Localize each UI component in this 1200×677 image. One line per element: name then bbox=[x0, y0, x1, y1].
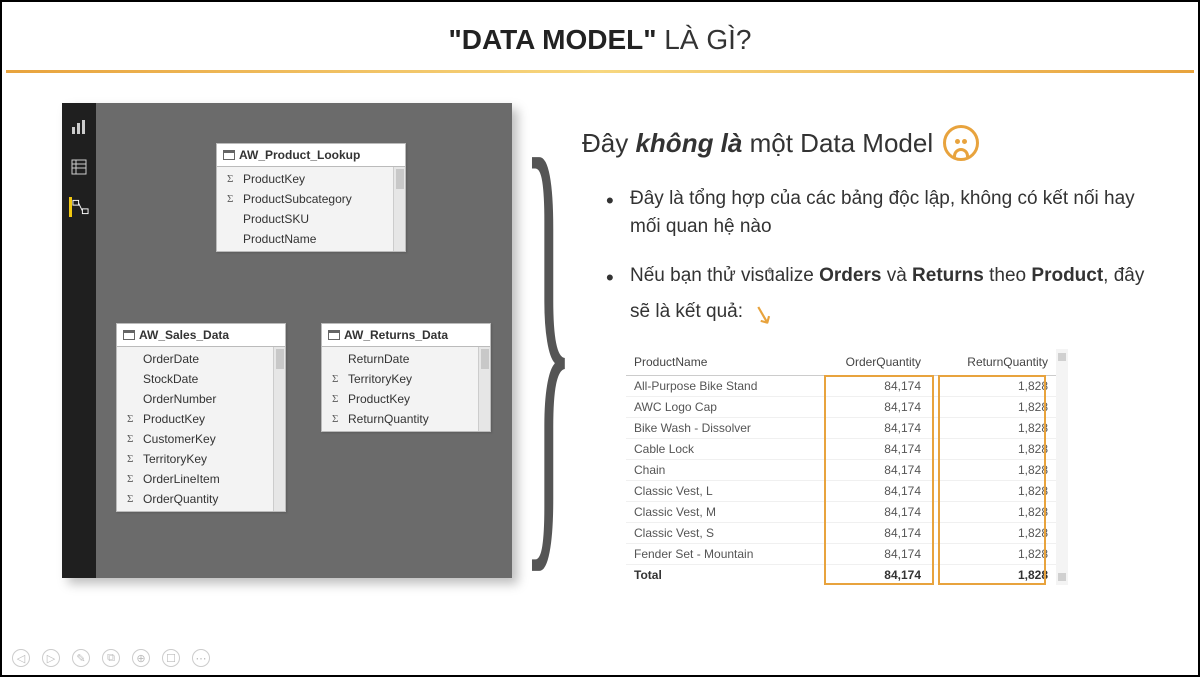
zoom-icon[interactable]: ⊕ bbox=[132, 649, 150, 667]
table-field[interactable]: ΣCustomerKey bbox=[117, 429, 273, 449]
table-row: Classic Vest, M84,1741,828 bbox=[626, 502, 1056, 523]
table-field[interactable]: ProductName bbox=[217, 229, 393, 249]
col-header[interactable]: ProductName bbox=[626, 349, 809, 376]
table-name: AW_Sales_Data bbox=[139, 328, 229, 342]
table-field[interactable]: ΣProductKey bbox=[322, 389, 478, 409]
title-rest: LÀ GÌ? bbox=[657, 24, 752, 55]
table-row: Fender Set - Mountain84,1741,828 bbox=[626, 544, 1056, 565]
field-list: OrderDate StockDate OrderNumber ΣProduct… bbox=[117, 347, 273, 511]
model-view-icon[interactable] bbox=[69, 197, 89, 217]
prev-slide-icon[interactable]: ◁ bbox=[12, 649, 30, 667]
table-field[interactable]: ReturnDate bbox=[322, 349, 478, 369]
table-row: Chain84,1741,828 bbox=[626, 460, 1056, 481]
table-field[interactable]: ΣReturnQuantity bbox=[322, 409, 478, 429]
table-field[interactable]: StockDate bbox=[117, 369, 273, 389]
table-card-returns[interactable]: AW_Returns_Data ReturnDate ΣTerritoryKey… bbox=[321, 323, 491, 432]
scrollbar[interactable] bbox=[478, 347, 490, 431]
table-card-product[interactable]: AW_Product_Lookup ΣProductKey ΣProductSu… bbox=[216, 143, 406, 252]
table-field[interactable]: ΣTerritoryKey bbox=[322, 369, 478, 389]
table-row: Classic Vest, L84,1741,828 bbox=[626, 481, 1056, 502]
table-row: Bike Wash - Dissolver84,1741,828 bbox=[626, 418, 1056, 439]
headline: Đây không là một Data Model bbox=[582, 125, 1148, 161]
table-row: Classic Vest, S84,1741,828 bbox=[626, 523, 1056, 544]
model-canvas: AW_Product_Lookup ΣProductKey ΣProductSu… bbox=[96, 103, 512, 578]
table-name: AW_Product_Lookup bbox=[239, 148, 360, 162]
table-row: All-Purpose Bike Stand84,1741,828 bbox=[626, 376, 1056, 397]
result-table-container: ProductName OrderQuantity ReturnQuantity… bbox=[626, 349, 1056, 585]
table-field[interactable]: ΣProductKey bbox=[217, 169, 393, 189]
table-field[interactable]: ΣProductSubcategory bbox=[217, 189, 393, 209]
table-field[interactable]: OrderNumber bbox=[117, 389, 273, 409]
table-icon bbox=[123, 330, 135, 340]
table-field[interactable]: ΣProductKey bbox=[117, 409, 273, 429]
next-slide-icon[interactable]: ▷ bbox=[42, 649, 60, 667]
scrollbar[interactable] bbox=[1056, 349, 1068, 585]
result-table: ProductName OrderQuantity ReturnQuantity… bbox=[626, 349, 1056, 585]
field-list: ReturnDate ΣTerritoryKey ΣProductKey ΣRe… bbox=[322, 347, 478, 431]
slide-title: "DATA MODEL" LÀ GÌ? bbox=[2, 2, 1198, 70]
powerbi-model-view: AW_Product_Lookup ΣProductKey ΣProductSu… bbox=[62, 103, 512, 578]
bullet-item: Nếu bạn thử visualize Orders và Returns … bbox=[606, 262, 1148, 327]
table-field[interactable]: ΣOrderLineItem bbox=[117, 469, 273, 489]
scrollbar[interactable] bbox=[393, 167, 405, 251]
table-icon bbox=[328, 330, 340, 340]
total-row: Total 84,174 1,828 bbox=[626, 565, 1056, 586]
table-field[interactable]: OrderDate bbox=[117, 349, 273, 369]
bullet-list: Đây là tổng hợp của các bảng độc lập, kh… bbox=[582, 185, 1148, 327]
table-name: AW_Returns_Data bbox=[344, 328, 448, 342]
arrow-down-icon: ↘ bbox=[748, 293, 779, 335]
field-list: ΣProductKey ΣProductSubcategory ProductS… bbox=[217, 167, 393, 251]
table-field[interactable]: ΣTerritoryKey bbox=[117, 449, 273, 469]
table-row: AWC Logo Cap84,1741,828 bbox=[626, 397, 1056, 418]
powerbi-nav bbox=[62, 103, 96, 578]
bullet-item: Đây là tổng hợp của các bảng độc lập, kh… bbox=[606, 185, 1148, 240]
report-view-icon[interactable] bbox=[69, 117, 89, 137]
more-icon[interactable]: ⋯ bbox=[192, 649, 210, 667]
table-row: Cable Lock84,1741,828 bbox=[626, 439, 1056, 460]
table-field[interactable]: ProductSKU bbox=[217, 209, 393, 229]
table-field[interactable]: ΣOrderQuantity bbox=[117, 489, 273, 509]
slideshow-controls: ◁ ▷ ✎ ⧉ ⊕ ☐ ⋯ bbox=[12, 649, 210, 667]
data-view-icon[interactable] bbox=[69, 157, 89, 177]
col-header[interactable]: OrderQuantity bbox=[809, 349, 929, 376]
slides-icon[interactable]: ⧉ bbox=[102, 649, 120, 667]
subtitle-icon[interactable]: ☐ bbox=[162, 649, 180, 667]
col-header[interactable]: ReturnQuantity bbox=[929, 349, 1056, 376]
sad-face-icon bbox=[943, 125, 979, 161]
table-icon bbox=[223, 150, 235, 160]
table-card-sales[interactable]: AW_Sales_Data OrderDate StockDate OrderN… bbox=[116, 323, 286, 512]
scrollbar[interactable] bbox=[273, 347, 285, 511]
title-quoted: "DATA MODEL" bbox=[449, 24, 657, 55]
pen-icon[interactable]: ✎ bbox=[72, 649, 90, 667]
